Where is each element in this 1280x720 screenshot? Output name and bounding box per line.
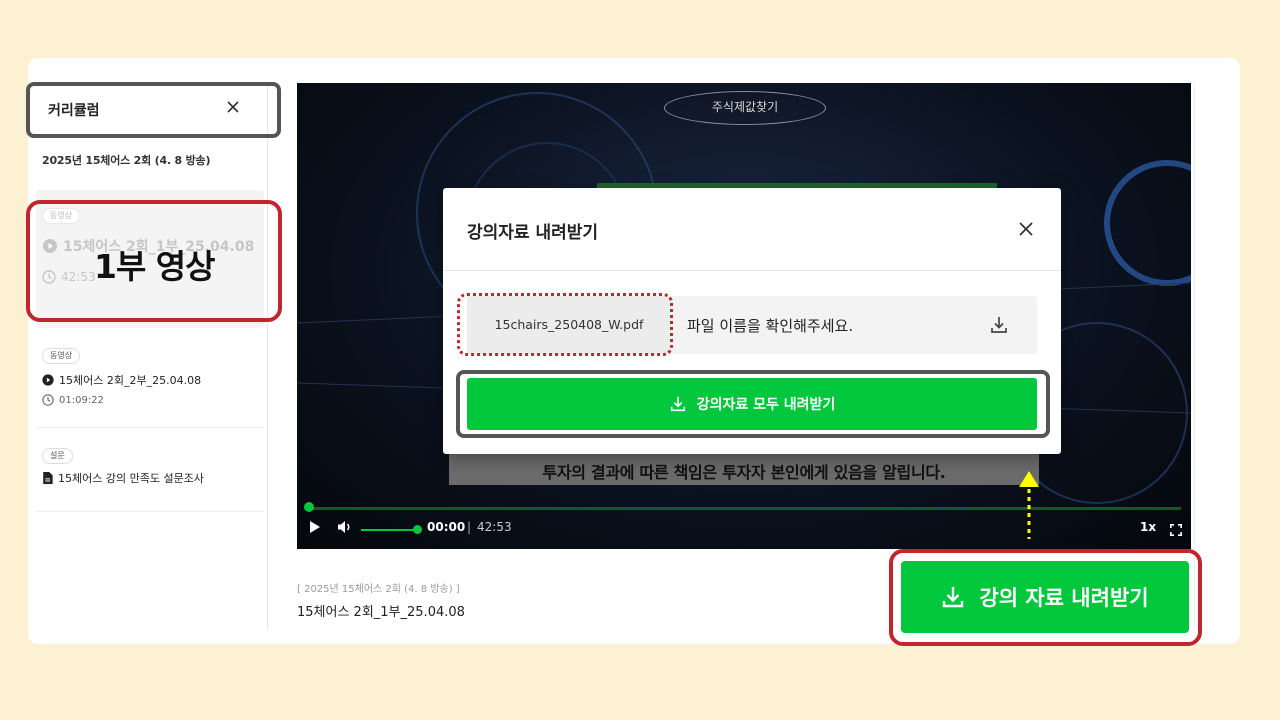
current-time: 00:00: [427, 520, 466, 534]
lecture-title: 15체어스 2회_1부_25.04.08: [297, 605, 465, 620]
play-icon[interactable]: [309, 520, 321, 534]
video-overlay-pill: 주식제값찾기: [664, 91, 826, 125]
annotation-download-all-highlight: [456, 370, 1050, 438]
curriculum-item-survey[interactable]: 설문 15체어스 강의 만족도 설문조사: [36, 442, 264, 512]
document-icon: [43, 472, 53, 484]
close-icon[interactable]: [1017, 220, 1035, 238]
lecture-breadcrumb: [ 2025년 15체어스 2회 (4. 8 방송) ]: [297, 584, 460, 595]
modal-title: 강의자료 내려받기: [467, 223, 599, 243]
item-type-badge: 설문: [42, 448, 73, 464]
curriculum-sidebar: 커리큘럼 2025년 15체어스 2회 (4. 8 방송) 동영상 15체어스 …: [28, 84, 268, 630]
file-hint: 파일 이름을 확인해주세요.: [687, 317, 854, 335]
annotation-file-name-highlight: [457, 293, 673, 356]
annotation-download-button-highlight: [889, 549, 1202, 646]
annotation-part1-label: 1부 영상: [94, 247, 216, 286]
item-title: 15체어스 강의 만족도 설문조사: [58, 472, 204, 485]
download-icon[interactable]: [989, 315, 1009, 335]
arrow-up-icon: [1019, 471, 1039, 539]
volume-handle[interactable]: [413, 525, 422, 534]
item-title: 15체어스 2회_2부_25.04.08: [59, 374, 202, 387]
item-duration-row: 01:09:22: [42, 394, 104, 406]
total-time: 42:53: [477, 520, 512, 534]
playback-speed[interactable]: 1x: [1140, 520, 1156, 534]
course-name: 2025년 15체어스 2회 (4. 8 방송): [42, 154, 211, 167]
modal-divider: [443, 270, 1061, 271]
time-separator: |: [467, 520, 472, 534]
progress-bar[interactable]: [309, 507, 1181, 510]
item-title-row: 15체어스 2회_2부_25.04.08: [42, 372, 201, 388]
volume-slider[interactable]: [361, 529, 417, 531]
item-title-row: 15체어스 강의 만족도 설문조사: [42, 470, 204, 486]
item-duration: 01:09:22: [59, 394, 104, 406]
play-circle-icon: [42, 374, 54, 386]
curriculum-item-part2[interactable]: 동영상 15체어스 2회_2부_25.04.08 01:09:22: [36, 342, 264, 428]
annotation-curriculum-highlight: [26, 82, 281, 138]
right-edge-panel: [1194, 83, 1220, 629]
progress-handle[interactable]: [304, 502, 314, 512]
item-type-badge: 동영상: [42, 348, 81, 364]
volume-icon[interactable]: [337, 520, 353, 534]
fullscreen-icon[interactable]: [1170, 524, 1182, 536]
clock-icon: [42, 394, 54, 406]
